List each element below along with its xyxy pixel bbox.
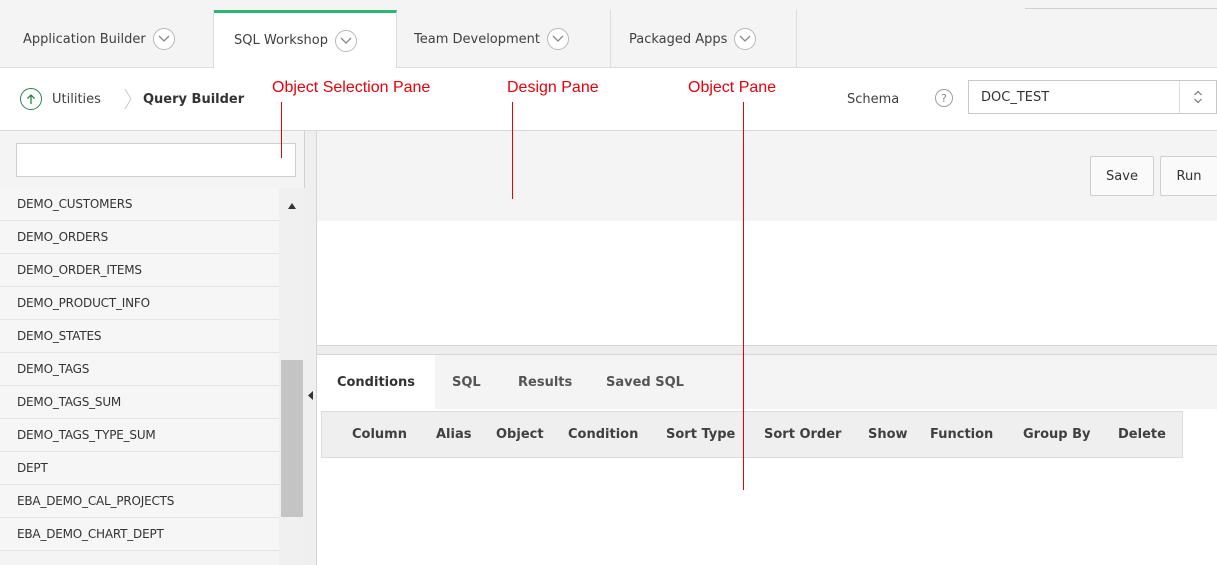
horizontal-splitter[interactable]: [317, 345, 1217, 362]
tab-label: SQL Workshop: [234, 33, 328, 48]
tab-label: Application Builder: [23, 31, 146, 47]
scrollbar[interactable]: [279, 188, 305, 565]
breadcrumb-utilities-link[interactable]: Utilities: [52, 92, 101, 107]
tab-conditions[interactable]: Conditions: [317, 355, 435, 409]
list-item[interactable]: DEMO_STATES: [0, 320, 279, 353]
object-selection-pane: DEMO_CUSTOMERS DEMO_ORDERS DEMO_ORDER_IT…: [0, 131, 305, 565]
annotation-object-selection-pane: Object Selection Pane: [272, 79, 431, 96]
list-item[interactable]: DEMO_TAGS: [0, 353, 279, 386]
tab-sql-workshop[interactable]: SQL Workshop: [214, 10, 397, 68]
chevron-down-icon[interactable]: [547, 28, 570, 50]
list-item[interactable]: DEPT: [0, 452, 279, 485]
annotation-line: [281, 102, 282, 158]
column-header[interactable]: Object: [496, 427, 544, 442]
list-item[interactable]: EBA_DEMO_CAL_PROJECTS: [0, 485, 279, 518]
help-icon[interactable]: ?: [935, 89, 953, 107]
tab-saved-sql[interactable]: Saved SQL: [606, 355, 684, 409]
tab-sql[interactable]: SQL: [452, 355, 481, 409]
column-header[interactable]: Show: [868, 427, 908, 442]
chevron-down-icon[interactable]: [734, 28, 757, 50]
tab-label: Packaged Apps: [629, 31, 728, 47]
scroll-up-icon[interactable]: [288, 194, 296, 213]
arrow-up-icon[interactable]: [20, 88, 42, 110]
search-input[interactable]: [16, 143, 296, 177]
tab-packaged-apps[interactable]: Packaged Apps: [611, 10, 797, 68]
vertical-splitter[interactable]: [305, 131, 317, 565]
tab-results[interactable]: Results: [518, 355, 572, 409]
conditions-grid-header: Column Alias Object Condition Sort Type …: [321, 411, 1183, 458]
divider: [1025, 8, 1217, 9]
list-item[interactable]: DEMO_TAGS_SUM: [0, 386, 279, 419]
tab-team-development[interactable]: Team Development: [397, 10, 611, 68]
top-tab-bar: Application Builder SQL Workshop Team De…: [0, 0, 1217, 68]
annotation-object-pane: Object Pane: [688, 79, 777, 96]
list-item[interactable]: DEMO_TAGS_TYPE_SUM: [0, 419, 279, 452]
column-header[interactable]: Function: [930, 427, 993, 442]
list-item[interactable]: DEMO_PRODUCT_INFO: [0, 287, 279, 320]
list-item[interactable]: EBA_DEMO_CHART_DEPT: [0, 518, 279, 551]
save-button[interactable]: Save: [1090, 156, 1154, 196]
column-header[interactable]: Delete: [1118, 427, 1166, 442]
list-item[interactable]: DEMO_ORDERS: [0, 221, 279, 254]
run-button[interactable]: Run: [1160, 156, 1217, 196]
object-pane-tabs: Conditions SQL Results Saved SQL: [317, 355, 1217, 409]
select-arrows-icon: [1179, 81, 1216, 113]
breadcrumb: Utilities Query Builder Schema ? DOC_TES…: [0, 68, 1217, 131]
column-header[interactable]: Column: [352, 427, 407, 442]
page-title: Query Builder: [143, 92, 245, 107]
column-header[interactable]: Condition: [568, 427, 638, 442]
annotation-line: [512, 102, 513, 199]
collapse-left-icon[interactable]: [308, 385, 313, 404]
chevron-right-icon: [124, 88, 132, 114]
column-header[interactable]: Sort Type: [666, 427, 735, 442]
chevron-down-icon[interactable]: [335, 29, 357, 52]
schema-select[interactable]: DOC_TEST: [968, 80, 1217, 114]
annotation-design-pane: Design Pane: [507, 79, 599, 96]
list-item[interactable]: DEMO_CUSTOMERS: [0, 188, 279, 221]
chevron-down-icon[interactable]: [152, 28, 175, 50]
column-header[interactable]: Alias: [436, 427, 471, 442]
design-toolbar: [317, 131, 1217, 221]
tab-label: Team Development: [414, 31, 541, 47]
schema-label: Schema: [847, 92, 900, 107]
table-list: DEMO_CUSTOMERS DEMO_ORDERS DEMO_ORDER_IT…: [0, 188, 279, 551]
tab-application-builder[interactable]: Application Builder: [0, 10, 214, 68]
annotation-line: [743, 102, 744, 490]
design-pane[interactable]: [317, 221, 1217, 345]
column-header[interactable]: Sort Order: [764, 427, 841, 442]
schema-value: DOC_TEST: [981, 89, 1050, 105]
list-item[interactable]: DEMO_ORDER_ITEMS: [0, 254, 279, 287]
scroll-thumb[interactable]: [281, 360, 303, 517]
column-header[interactable]: Group By: [1023, 427, 1090, 442]
